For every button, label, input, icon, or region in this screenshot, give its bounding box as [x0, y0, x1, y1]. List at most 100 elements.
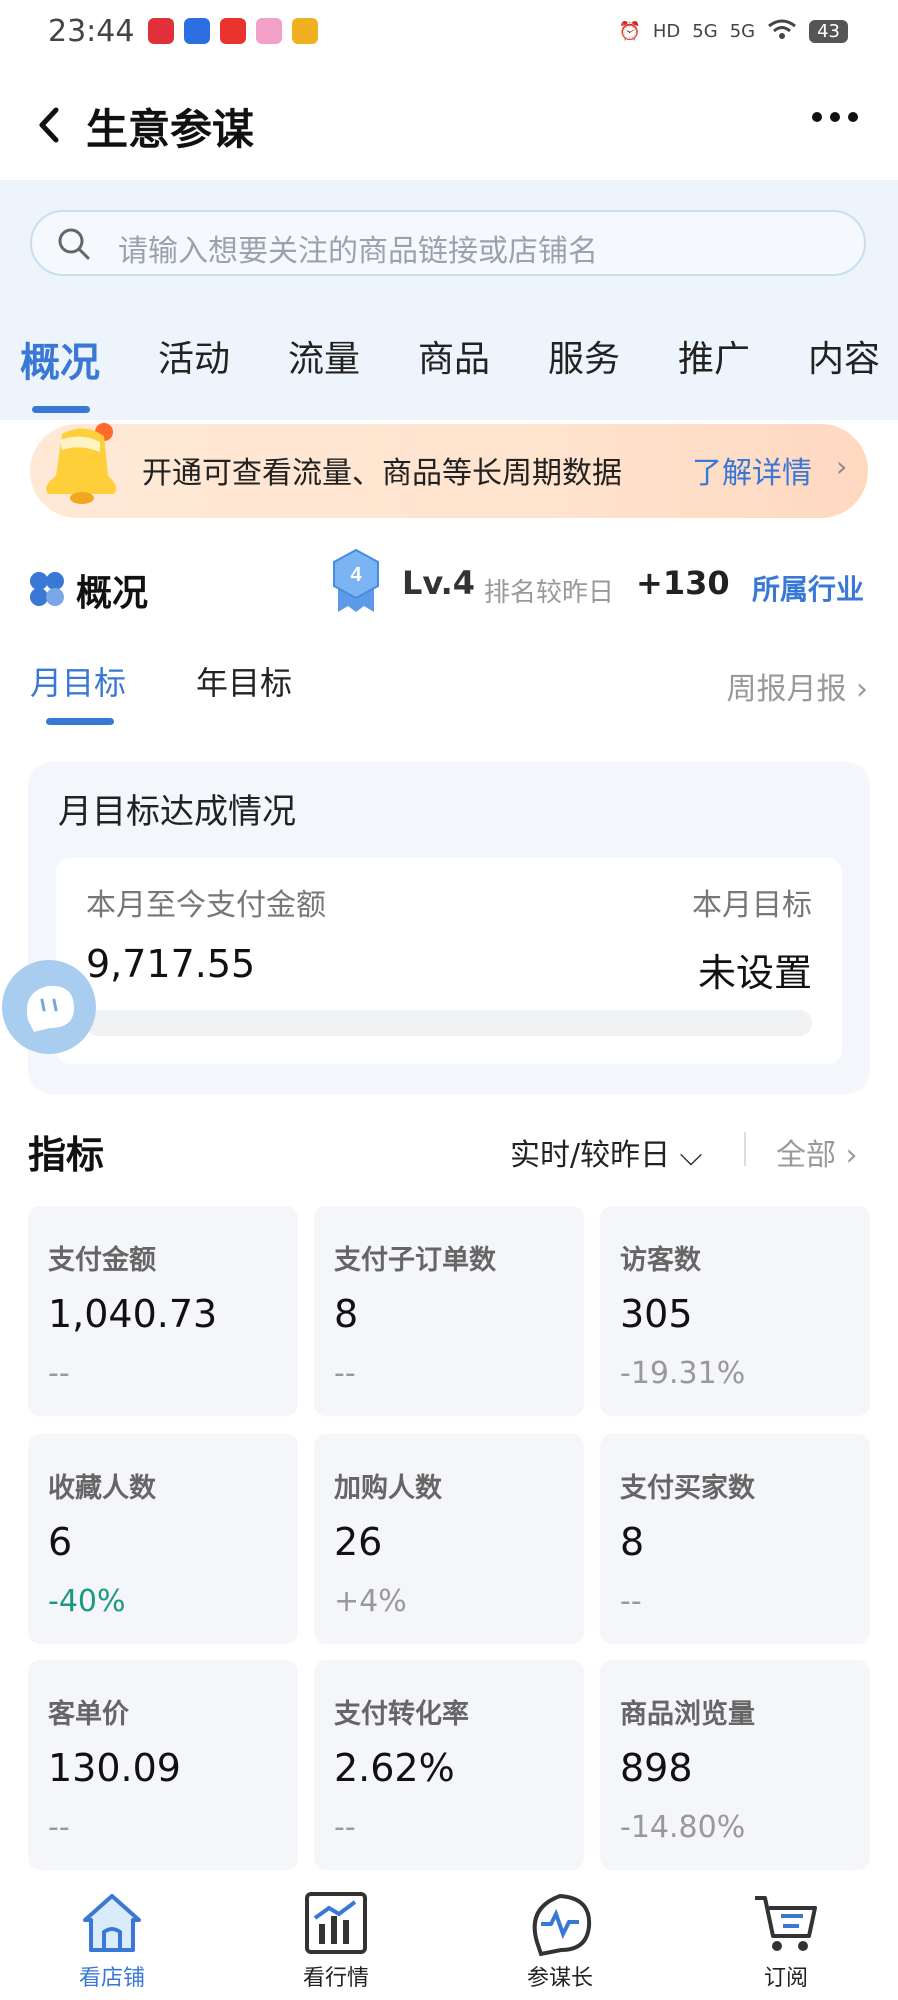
app-notification-icon — [220, 18, 246, 44]
metric-card-page-views[interactable]: 商品浏览量 898 -14.80% — [600, 1660, 870, 1870]
chevron-left-icon — [39, 107, 59, 143]
app-notification-icon — [256, 18, 282, 44]
nav-item-advisor[interactable]: 参谋长 — [500, 1888, 620, 1992]
goal-detail-panel[interactable]: 本月至今支付金额 9,717.55 本月目标 未设置 — [56, 858, 842, 1064]
battery-level: 43 — [809, 20, 848, 43]
cart-icon — [755, 1896, 817, 1951]
app-notification-icon — [292, 18, 318, 44]
metric-value: 6 — [48, 1520, 73, 1564]
metric-card-sub-orders[interactable]: 支付子订单数 8 -- — [314, 1206, 584, 1416]
rank-value: +130 — [636, 564, 730, 602]
promo-banner[interactable]: 开通可查看流量、商品等长周期数据 了解详情 › — [30, 423, 868, 518]
dot-icon — [812, 112, 822, 122]
metric-change: -- — [48, 1810, 70, 1845]
bell-icon — [46, 423, 117, 504]
metric-card-add-to-cart[interactable]: 加购人数 26 +4% — [314, 1434, 584, 1644]
metric-change: -- — [334, 1356, 356, 1391]
more-options-button[interactable] — [812, 112, 858, 122]
metric-change: -40% — [48, 1584, 126, 1619]
industry-link[interactable]: 所属行业 — [752, 568, 864, 608]
dot-icon — [848, 112, 858, 122]
promo-learn-more-link[interactable]: 了解详情 — [692, 448, 812, 492]
goal-card-title: 月目标达成情况 — [58, 792, 296, 832]
realtime-compare-dropdown[interactable]: 实时/较昨日 ⌵ — [510, 1130, 702, 1174]
metric-card-visitors[interactable]: 访客数 305 -19.31% — [600, 1206, 870, 1416]
monthly-target-label: 本月目标 — [692, 888, 812, 923]
signal-indicator: 5G — [692, 21, 718, 42]
weekly-monthly-report-link[interactable]: 周报月报 › — [726, 664, 868, 708]
search-input[interactable]: 请输入想要关注的商品链接或店铺名 — [30, 210, 866, 276]
alarm-icon: ⏰ — [618, 21, 641, 42]
metric-change: -- — [48, 1356, 70, 1391]
metric-card-paying-buyers[interactable]: 支付买家数 8 -- — [600, 1434, 870, 1644]
nav-item-shop[interactable]: 看店铺 — [52, 1888, 172, 1992]
app-notification-icon — [184, 18, 210, 44]
metric-change: -- — [620, 1584, 642, 1619]
tab-activity[interactable]: 活动 — [158, 330, 230, 388]
metric-change: -- — [334, 1810, 356, 1845]
level-text: Lv.4 — [402, 564, 476, 602]
status-indicators: ⏰ HD 5G 5G 43 — [618, 18, 848, 45]
nav-item-subscribe[interactable]: 订阅 — [726, 1888, 846, 1992]
nav-item-market[interactable]: 看行情 — [276, 1888, 396, 1992]
assistant-bubble-icon[interactable] — [0, 958, 98, 1056]
monthly-target-value: 未设置 — [697, 951, 812, 995]
metric-card-pay-amount[interactable]: 支付金额 1,040.73 -- — [28, 1206, 298, 1416]
pay-amount-label: 本月至今支付金额 — [86, 888, 326, 923]
market-chart-icon — [305, 1892, 367, 1954]
tab-month-goal[interactable]: 月目标 — [30, 658, 126, 704]
metric-card-avg-order-value[interactable]: 客单价 130.09 -- — [28, 1660, 298, 1870]
metric-label: 支付金额 — [48, 1245, 156, 1276]
metric-label: 加购人数 — [334, 1473, 442, 1504]
promo-text: 开通可查看流量、商品等长周期数据 — [142, 456, 622, 491]
tab-traffic[interactable]: 流量 — [288, 330, 360, 388]
tab-promotion[interactable]: 推广 — [678, 330, 750, 388]
metric-label: 访客数 — [620, 1245, 701, 1276]
monthly-goal-card: 月目标达成情况 本月至今支付金额 9,717.55 本月目标 未设置 — [28, 762, 870, 1094]
metric-change: +4% — [334, 1584, 407, 1619]
nav-label: 参谋长 — [526, 1966, 593, 1991]
metric-change: -19.31% — [620, 1356, 746, 1391]
level-badge-icon: 4 — [333, 548, 379, 612]
tab-overview[interactable]: 概况 — [20, 330, 100, 388]
status-app-icons — [148, 18, 318, 44]
metric-card-conversion-rate[interactable]: 支付转化率 2.62% -- — [314, 1660, 584, 1870]
goal-tab-indicator — [46, 718, 114, 725]
metric-value: 305 — [620, 1292, 693, 1336]
metric-value: 2.62% — [334, 1746, 455, 1790]
wifi-icon — [767, 18, 797, 45]
app-notification-icon — [148, 18, 174, 44]
metric-value: 898 — [620, 1746, 693, 1790]
tab-year-goal[interactable]: 年目标 — [196, 658, 292, 704]
section-tabs: 概况 活动 流量 商品 服务 推广 内容 — [20, 330, 880, 388]
search-placeholder: 请输入想要关注的商品链接或店铺名 — [118, 234, 598, 269]
back-button[interactable] — [30, 100, 70, 150]
overview-title: 概况 — [76, 573, 149, 614]
goal-progress-bar — [86, 1010, 812, 1036]
metric-label: 支付转化率 — [334, 1699, 469, 1730]
metric-label: 客单价 — [48, 1699, 129, 1730]
hd-indicator: HD — [652, 21, 681, 42]
divider — [744, 1132, 746, 1166]
all-metrics-link[interactable]: 全部 › — [776, 1130, 858, 1174]
tab-content[interactable]: 内容 — [808, 330, 880, 388]
metric-value: 130.09 — [48, 1746, 181, 1790]
tab-products[interactable]: 商品 — [418, 330, 490, 388]
metric-value: 26 — [334, 1520, 383, 1564]
advisor-icon — [532, 1893, 592, 1957]
search-icon — [58, 228, 90, 260]
rank-label: 排名较昨日 — [484, 578, 615, 608]
nav-label: 看店铺 — [78, 1966, 145, 1991]
metric-value: 8 — [620, 1520, 645, 1564]
status-time: 23:44 — [48, 14, 135, 49]
metric-value: 8 — [334, 1292, 359, 1336]
metric-label: 商品浏览量 — [620, 1699, 755, 1730]
metric-card-favorites[interactable]: 收藏人数 6 -40% — [28, 1434, 298, 1644]
tab-service[interactable]: 服务 — [548, 330, 620, 388]
active-tab-indicator — [32, 406, 90, 413]
metric-value: 1,040.73 — [48, 1292, 218, 1336]
page-title: 生意参谋 — [86, 105, 255, 154]
metrics-title: 指标 — [28, 1133, 105, 1177]
metric-label: 支付买家数 — [620, 1473, 755, 1504]
nav-label: 看行情 — [302, 1966, 369, 1991]
